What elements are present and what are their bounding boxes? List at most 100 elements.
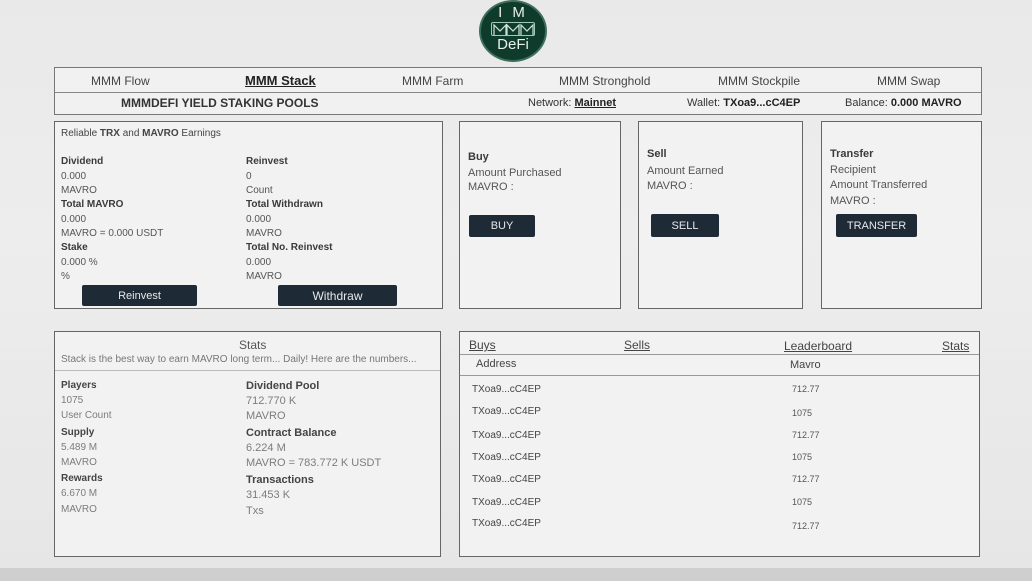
total-withdrawn-label: Total Withdrawn (246, 199, 323, 210)
network-info: Network: Mainnet (528, 97, 616, 109)
sell-amount-label: Amount Earned (647, 165, 724, 177)
table-row[interactable]: TXoa9...cC4EP 1075 (460, 493, 979, 515)
transactions-label: Transactions (246, 474, 314, 486)
row-address: TXoa9...cC4EP (472, 497, 541, 508)
tab-stats[interactable]: Stats (942, 339, 969, 353)
tab-mmm-swap[interactable]: MMM Swap (877, 74, 940, 88)
row-address: TXoa9...cC4EP (472, 406, 541, 417)
dividend-unit: MAVRO (61, 185, 97, 196)
network-value[interactable]: Mainnet (574, 97, 616, 109)
transfer-recipient-label: Recipient (830, 164, 876, 176)
table-row[interactable]: TXoa9...cC4EP 712.77 (460, 470, 979, 492)
transfer-amount-label: Amount Transferred (830, 179, 928, 191)
stake-label: Stake (61, 242, 88, 253)
logo-text-bottom: DeFi (497, 36, 529, 53)
earnings-title-post: Earnings (178, 128, 221, 139)
row-mavro: 712.77 (792, 384, 820, 394)
tab-mmm-stronghold[interactable]: MMM Stronghold (559, 74, 650, 88)
tab-mmm-flow[interactable]: MMM Flow (91, 74, 150, 88)
page-title: MMMDEFI YIELD STAKING POOLS (121, 96, 319, 110)
buy-button[interactable]: BUY (469, 215, 535, 237)
players-unit: User Count (61, 410, 112, 421)
sell-panel: Sell Amount Earned MAVRO : SELL (638, 121, 803, 309)
column-header-address: Address (476, 358, 517, 370)
tab-buys[interactable]: Buys (469, 338, 496, 352)
earnings-title-mavro: MAVRO (142, 128, 179, 139)
tab-mmm-stack[interactable]: MMM Stack (245, 73, 316, 88)
dividend-pool-value: 712.770 K (246, 395, 297, 407)
dividend-pool-label: Dividend Pool (246, 380, 320, 392)
stats-subtitle: Stack is the best way to earn MAVRO long… (61, 354, 417, 365)
buy-amount-label: Amount Purchased (468, 167, 562, 179)
players-label: Players (61, 380, 97, 391)
tab-mmm-farm[interactable]: MMM Farm (402, 74, 463, 88)
logo-mmm-mark (491, 22, 535, 36)
earnings-title: Reliable TRX and MAVRO Earnings (61, 128, 221, 139)
table-row[interactable]: TXoa9...cC4EP 712.77 (460, 380, 979, 402)
info-bar: MMMDEFI YIELD STAKING POOLS Network: Mai… (55, 93, 981, 115)
table-row[interactable]: TXoa9...cC4EP 1075 (460, 402, 979, 424)
row-mavro: 712.77 (792, 430, 820, 440)
tab-mmm-stockpile[interactable]: MMM Stockpile (718, 74, 800, 88)
total-withdrawn-unit: MAVRO (246, 228, 282, 239)
row-address: TXoa9...cC4EP (472, 452, 541, 463)
row-address: TXoa9...cC4EP (472, 430, 541, 441)
top-navigation: MMM Flow MMM Stack MMM Farm MMM Strongho… (54, 67, 982, 115)
balance-info: Balance: 0.000 MAVRO (845, 97, 962, 109)
reinvest-value: 0 (246, 171, 252, 182)
balance-value: 0.000 MAVRO (890, 97, 962, 109)
supply-label: Supply (61, 427, 95, 438)
wallet-info: Wallet: TXoa9...cC4EP (687, 97, 800, 109)
rewards-unit: MAVRO (61, 504, 97, 515)
earnings-title-mid: and (119, 128, 143, 139)
transactions-value: 31.453 K (246, 489, 291, 501)
total-mavro-unit: MAVRO = 0.000 USDT (61, 228, 164, 239)
row-mavro: 1075 (792, 452, 813, 462)
rewards-value: 6.670 M (61, 488, 98, 499)
transactions-panel: Buys Sells Leaderboard Stats Address Mav… (459, 331, 980, 557)
wallet-label: Wallet: (687, 97, 721, 109)
reinvest-button[interactable]: Reinvest (82, 285, 197, 306)
table-row[interactable]: TXoa9...cC4EP 712.77 (460, 426, 979, 448)
total-reinvest-value: 0.000 (246, 257, 272, 268)
brand-logo[interactable]: I M DeFi (479, 0, 547, 62)
row-address: TXoa9...cC4EP (472, 384, 541, 395)
row-address: TXoa9...cC4EP (472, 518, 541, 529)
row-mavro: 712.77 (792, 474, 820, 484)
stats-divider (55, 370, 440, 371)
table-row[interactable]: TXoa9...cC4EP 712.77 (460, 514, 979, 536)
sell-title: Sell (647, 148, 667, 160)
tabs-divider (460, 354, 979, 355)
table-row[interactable]: TXoa9...cC4EP 1075 (460, 448, 979, 470)
buy-panel: Buy Amount Purchased MAVRO : BUY (459, 121, 621, 309)
nav-tabs: MMM Flow MMM Stack MMM Farm MMM Strongho… (55, 68, 981, 93)
dividend-value: 0.000 (61, 171, 87, 182)
tab-sells[interactable]: Sells (624, 338, 650, 352)
stats-panel: Stats Stack is the best way to earn MAVR… (54, 331, 441, 557)
balance-label: Balance: (845, 97, 888, 109)
transactions-unit: Txs (246, 505, 264, 517)
total-reinvest-unit: MAVRO (246, 271, 282, 282)
row-mavro: 1075 (792, 408, 813, 418)
total-reinvest-label: Total No. Reinvest (246, 242, 333, 253)
total-withdrawn-value: 0.000 (246, 214, 272, 225)
withdraw-button[interactable]: Withdraw (278, 285, 397, 306)
earnings-title-trx: TRX (99, 128, 120, 139)
rewards-label: Rewards (61, 473, 103, 484)
transfer-panel: Transfer Recipient Amount Transferred MA… (821, 121, 982, 309)
tab-leaderboard[interactable]: Leaderboard (784, 339, 852, 353)
earnings-title-pre: Reliable (61, 128, 100, 139)
bottom-edge (0, 568, 1032, 581)
row-mavro: 712.77 (792, 521, 820, 531)
wallet-address[interactable]: TXoa9...cC4EP (723, 97, 800, 109)
logo-mmm-icon (493, 23, 534, 35)
dividend-label: Dividend (61, 156, 104, 167)
sell-button[interactable]: SELL (651, 214, 719, 237)
earnings-panel: Reliable TRX and MAVRO Earnings Dividend… (54, 121, 443, 309)
row-mavro: 1075 (792, 497, 813, 507)
screen: I M DeFi MMM Flow MMM Stack MMM Farm MMM… (0, 0, 1032, 581)
transfer-button[interactable]: TRANSFER (836, 214, 917, 237)
total-mavro-label: Total MAVRO (61, 199, 124, 210)
contract-balance-unit: MAVRO = 783.772 K USDT (246, 457, 382, 469)
dividend-pool-unit: MAVRO (246, 410, 286, 422)
